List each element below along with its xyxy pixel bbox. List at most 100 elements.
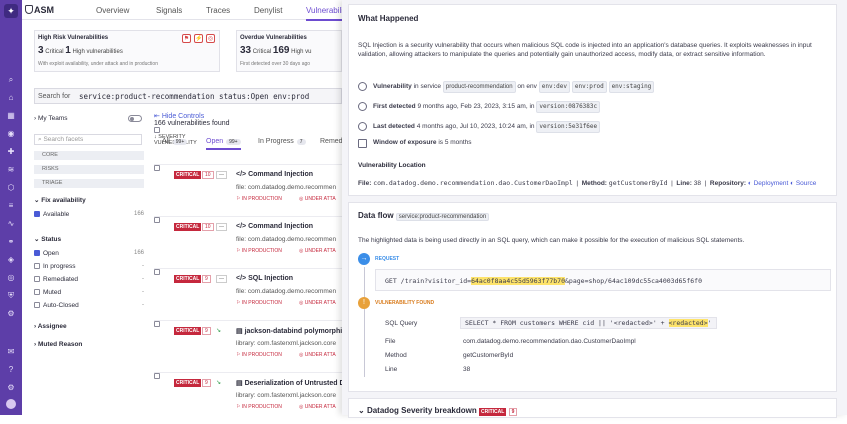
nav-signals[interactable]: Signals [156,6,182,15]
attack-tag: ◎ UNDER ATTA [299,196,336,202]
facet-auto-closed[interactable]: Auto-Closed [34,302,79,309]
select-all-checkbox[interactable] [154,127,342,134]
metrics-icon[interactable]: ∿ [6,219,16,229]
more-icon[interactable]: — [216,275,227,283]
source-link[interactable]: ◐ Source [790,180,816,187]
tab-all[interactable]: All 99+ [162,138,188,145]
my-teams[interactable]: › My Teams [34,115,67,122]
nav-vulnerabilities[interactable]: Vulnerabili [306,6,344,21]
hide-controls-button[interactable]: ⇤ Hide Controls [154,112,342,120]
search-query[interactable]: service:product-recommendation status:Op… [79,92,309,101]
file-label: File [385,338,396,345]
apm-icon[interactable]: ≋ [6,165,16,175]
top-nav: ASM Overview Signals Traces Denylist Vul… [22,0,344,21]
card-description: First detected over 30 days ago [240,61,311,67]
network-icon[interactable]: ⚭ [6,237,16,247]
monitor-icon[interactable]: ◉ [6,129,16,139]
row-checkbox[interactable] [154,373,163,380]
row-checkbox[interactable] [154,321,163,328]
flow-line [364,267,365,377]
request-icon: → [358,253,370,265]
tab-remediated[interactable]: Remed [320,138,343,145]
app-title: ASM [34,5,54,15]
vuln-title: </> SQL Injection [236,275,294,282]
rum-icon[interactable]: ◎ [6,273,16,283]
method-label: Method [385,352,407,359]
row-checkbox[interactable] [154,217,163,224]
table-row[interactable]: CRITICAL 9 ↘ ▤ jackson-databind polymorp… [154,320,346,372]
facet-search-input[interactable]: ⌕ Search facets [34,134,142,145]
row-checkbox[interactable] [154,165,163,172]
high-risk-card[interactable]: High Risk Vulnerabilities ⚡ ◎ ⚑ 3 Critic… [34,30,220,72]
file-value: com.datadog.demo.recommendation.dao.Cust… [463,338,636,345]
production-tag: ⚐ IN PRODUCTION [236,352,282,358]
facet-count: - [142,263,144,269]
tab-open[interactable]: Open 99+ [206,138,241,150]
table-row[interactable]: CRITICAL 9 ↘ ▤ Deserialization of Untrus… [154,372,348,424]
facet-group-core[interactable]: CORE [34,151,144,160]
fix-availability-title[interactable]: ⌄ Fix availability [34,196,86,204]
my-teams-toggle[interactable] [128,115,142,122]
row-checkbox[interactable] [154,269,163,276]
nav-denylist[interactable]: Denylist [254,6,282,15]
avatar[interactable] [6,399,16,409]
severity-breakdown-section[interactable]: ⌄ Datadog Severity breakdown CRITICAL 9 [348,398,837,418]
score-badge: 9 [202,379,211,387]
production-icon: ⚑ [182,34,191,43]
muted-reason-facet[interactable]: › Muted Reason [34,341,82,348]
section-title: ⌄ Datadog Severity breakdown CRITICAL 9 [358,406,518,416]
infrastructure-icon[interactable]: ⬡ [6,183,16,193]
status-title[interactable]: ⌄ Status [34,235,61,243]
attack-tag: ◎ UNDER ATTA [299,300,336,306]
facet-in-progress[interactable]: In progress [34,263,76,270]
more-icon[interactable]: — [216,171,227,179]
vuln-file: library: com.fasterxml.jackson.core [236,392,337,399]
facet-open[interactable]: Open [34,250,59,257]
table-row[interactable]: CRITICAL 9 — </> SQL Injection file: com… [154,268,342,320]
help-icon[interactable]: ? [6,365,16,375]
nav-traces[interactable]: Traces [206,6,230,15]
search-icon[interactable]: ⌕ [6,75,16,85]
production-tag: ⚐ IN PRODUCTION [236,196,282,202]
logs-icon[interactable]: ≡ [6,201,16,211]
chat-icon[interactable]: ✉ [6,347,16,357]
integrations-icon[interactable]: ✚ [6,147,16,157]
facet-group-triage[interactable]: TRIAGE [34,179,144,188]
table-row[interactable]: CRITICAL 10 — </> Command Injection file… [154,164,342,216]
card-counts: 3 Critical 1 High vulnerabilities [38,45,123,56]
vuln-title: </> Command Injection [236,171,314,178]
facet-available[interactable]: Available [34,211,69,218]
synthetics-icon[interactable]: ◈ [6,255,16,265]
home-icon[interactable]: ⌂ [6,93,16,103]
app-sidebar: ✦ ⌕ ⌂ ▦ ◉ ✚ ≋ ⬡ ≡ ∿ ⚭ ◈ ◎ ⛨ ⚙ ✉ ? ⚙ [0,0,22,415]
score-badge: 10 [202,171,214,179]
facet-muted[interactable]: Muted [34,289,61,296]
card-counts: 33 Critical 169 High vu [240,45,312,56]
table-row[interactable]: CRITICAL 10 — </> Command Injection file… [154,216,342,268]
datadog-logo-icon[interactable]: ✦ [4,4,18,18]
attack-tag: ◎ UNDER ATTA [299,248,336,254]
vuln-file: file: com.datadog.demo.recommen [236,288,337,295]
assignee-facet[interactable]: › Assignee [34,323,67,330]
vulnerability-service-row: Vulnerability in service product-recomme… [373,81,655,93]
card-title: Overdue Vulnerabilities [240,35,307,41]
search-bar[interactable]: Search for service:product-recommendatio… [34,88,342,104]
nav-overview[interactable]: Overview [96,6,129,15]
facet-group-risks[interactable]: RISKS [34,165,144,174]
more-icon[interactable]: — [216,223,227,231]
settings-icon[interactable]: ⚙ [6,309,16,319]
dashboard-icon[interactable]: ▦ [6,111,16,121]
deployment-link[interactable]: ◐ Deployment [748,180,788,187]
service-chip[interactable]: product-recommendation [442,81,516,93]
request-box: GET /train?visitor_id=64ac0f8aa4c55d5963… [375,269,831,291]
what-happened-section: What Happened SQL Injection is a securit… [348,4,837,196]
facet-panel: › My Teams ⌕ Search facets CORE RISKS TR… [30,112,146,412]
overdue-card[interactable]: Overdue Vulnerabilities 33 Critical 169 … [236,30,342,72]
attack-tag: ◎ UNDER ATTA [299,404,336,410]
tab-in-progress[interactable]: In Progress 7 [258,138,306,145]
facet-count: 166 [133,250,144,256]
production-tag: ⚐ IN PRODUCTION [236,404,282,410]
gear-icon[interactable]: ⚙ [6,383,16,393]
security-icon[interactable]: ⛨ [6,291,16,301]
facet-remediated[interactable]: Remediated [34,276,78,283]
